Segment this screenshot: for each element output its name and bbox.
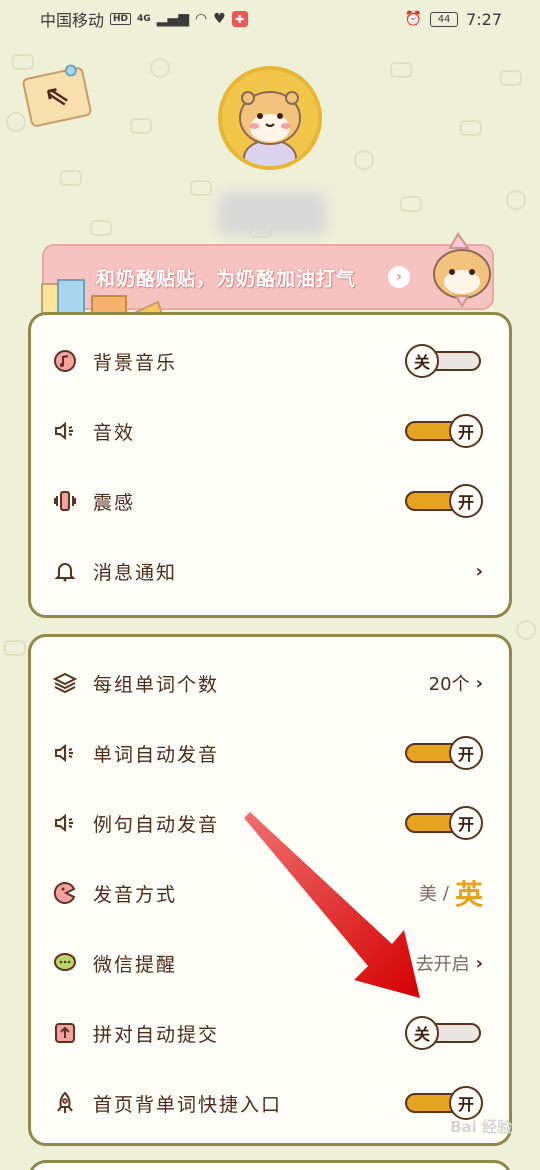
rocket-icon [53,1091,77,1115]
layers-icon [53,671,77,695]
setting-row-sentence-auto-play[interactable]: 例句自动发音 开 [31,793,509,853]
setting-row-notifications[interactable]: 消息通知 › [31,541,509,601]
battery-icon: 44 [430,11,459,27]
bell-icon [53,559,77,583]
setting-row-vibration[interactable]: 震感 开 [31,471,509,531]
setting-label: 每组单词个数 [93,673,220,696]
wifi-icon: ◠ [195,11,208,27]
setting-label: 首页背单词快捷入口 [93,1093,283,1116]
heart-rate-icon: ♥ [213,11,226,27]
setting-row-group-count[interactable]: 每组单词个数 20个 › [31,653,509,713]
clock-time: 7:27 [466,9,502,29]
vibration-toggle[interactable]: 开 [405,484,483,518]
home-shortcut-toggle[interactable]: 开 [405,1086,483,1120]
chevron-right-icon: › [475,952,483,974]
speaker-icon [53,741,77,765]
setting-row-pronunciation[interactable]: 发音方式 美 / 英 [31,863,509,923]
sound-settings-card: 背景音乐 关 音效 开 震感 开 消息通知 › [28,312,512,618]
group-count-value: 20个 [428,674,470,695]
speaker-icon [53,419,77,443]
setting-row-home-shortcut[interactable]: 首页背单词快捷入口 开 [31,1073,509,1133]
carrier-label: 中国移动 [40,11,105,30]
wechat-reminder-value: 去开启 [415,954,470,975]
pronunciation-separator: / [442,882,449,904]
setting-row-sound-effect[interactable]: 音效 开 [31,401,509,461]
back-arrow-icon: ⇖ [40,76,73,117]
sentence-auto-play-toggle[interactable]: 开 [405,806,483,840]
setting-label: 单词自动发音 [93,743,220,766]
avatar[interactable] [218,66,322,170]
setting-row-spelling-auto-submit[interactable]: 拼对自动提交 关 [31,1003,509,1063]
hamster-mascot-icon [433,232,491,308]
setting-row-wechat-reminder[interactable]: 微信提醒 去开启 › [31,933,509,993]
setting-label: 震感 [93,491,136,514]
watermark: Bai 经验 [450,1118,512,1136]
setting-label: 背景音乐 [93,351,178,374]
setting-label: 例句自动发音 [93,813,220,836]
setting-label: 微信提醒 [93,953,178,976]
hd-badge: HD [110,13,132,25]
word-settings-card: 每组单词个数 20个 › 单词自动发音 开 例句自动发音 开 发音方式 美 / … [28,634,512,1146]
spelling-auto-submit-toggle[interactable]: 关 [405,1016,483,1050]
network-type: 4G [137,14,151,24]
vibration-icon [53,489,77,513]
chevron-right-icon: › [475,672,483,694]
setting-label: 发音方式 [93,883,178,906]
pronunciation-uk-option[interactable]: 英 [455,873,483,913]
wechat-bubble-icon [53,951,77,975]
promo-banner[interactable]: 和奶酪贴贴，为奶酪加油打气 › [41,232,494,315]
setting-row-bg-music[interactable]: 背景音乐 关 [31,331,509,391]
word-auto-play-toggle[interactable]: 开 [405,736,483,770]
setting-row-word-auto-play[interactable]: 单词自动发音 开 [31,723,509,783]
setting-label: 拼对自动提交 [93,1023,220,1046]
hamster-avatar-icon [239,91,301,166]
setting-label: 音效 [93,421,136,444]
sound-effect-toggle[interactable]: 开 [405,414,483,448]
username-blurred [218,192,326,236]
speaker-icon [53,811,77,835]
bg-music-toggle[interactable]: 关 [405,344,483,378]
signal-icon: ▂▄▆ [156,11,189,27]
music-note-icon [53,349,77,373]
pronunciation-us-option[interactable]: 美 [419,880,437,906]
upload-box-icon [53,1021,77,1045]
app-notification-icon: ✚ [231,11,248,27]
promo-arrow-icon: › [388,266,410,288]
alarm-icon: ⏰ [404,11,423,27]
next-settings-card [28,1160,512,1170]
pacman-mouth-icon [53,881,77,905]
chevron-right-icon: › [475,560,483,582]
status-bar: 中国移动 HD 4G ▂▄▆ ◠ ♥ ✚ ⏰ 44 7:27 [0,0,540,38]
setting-label: 消息通知 [93,561,178,584]
